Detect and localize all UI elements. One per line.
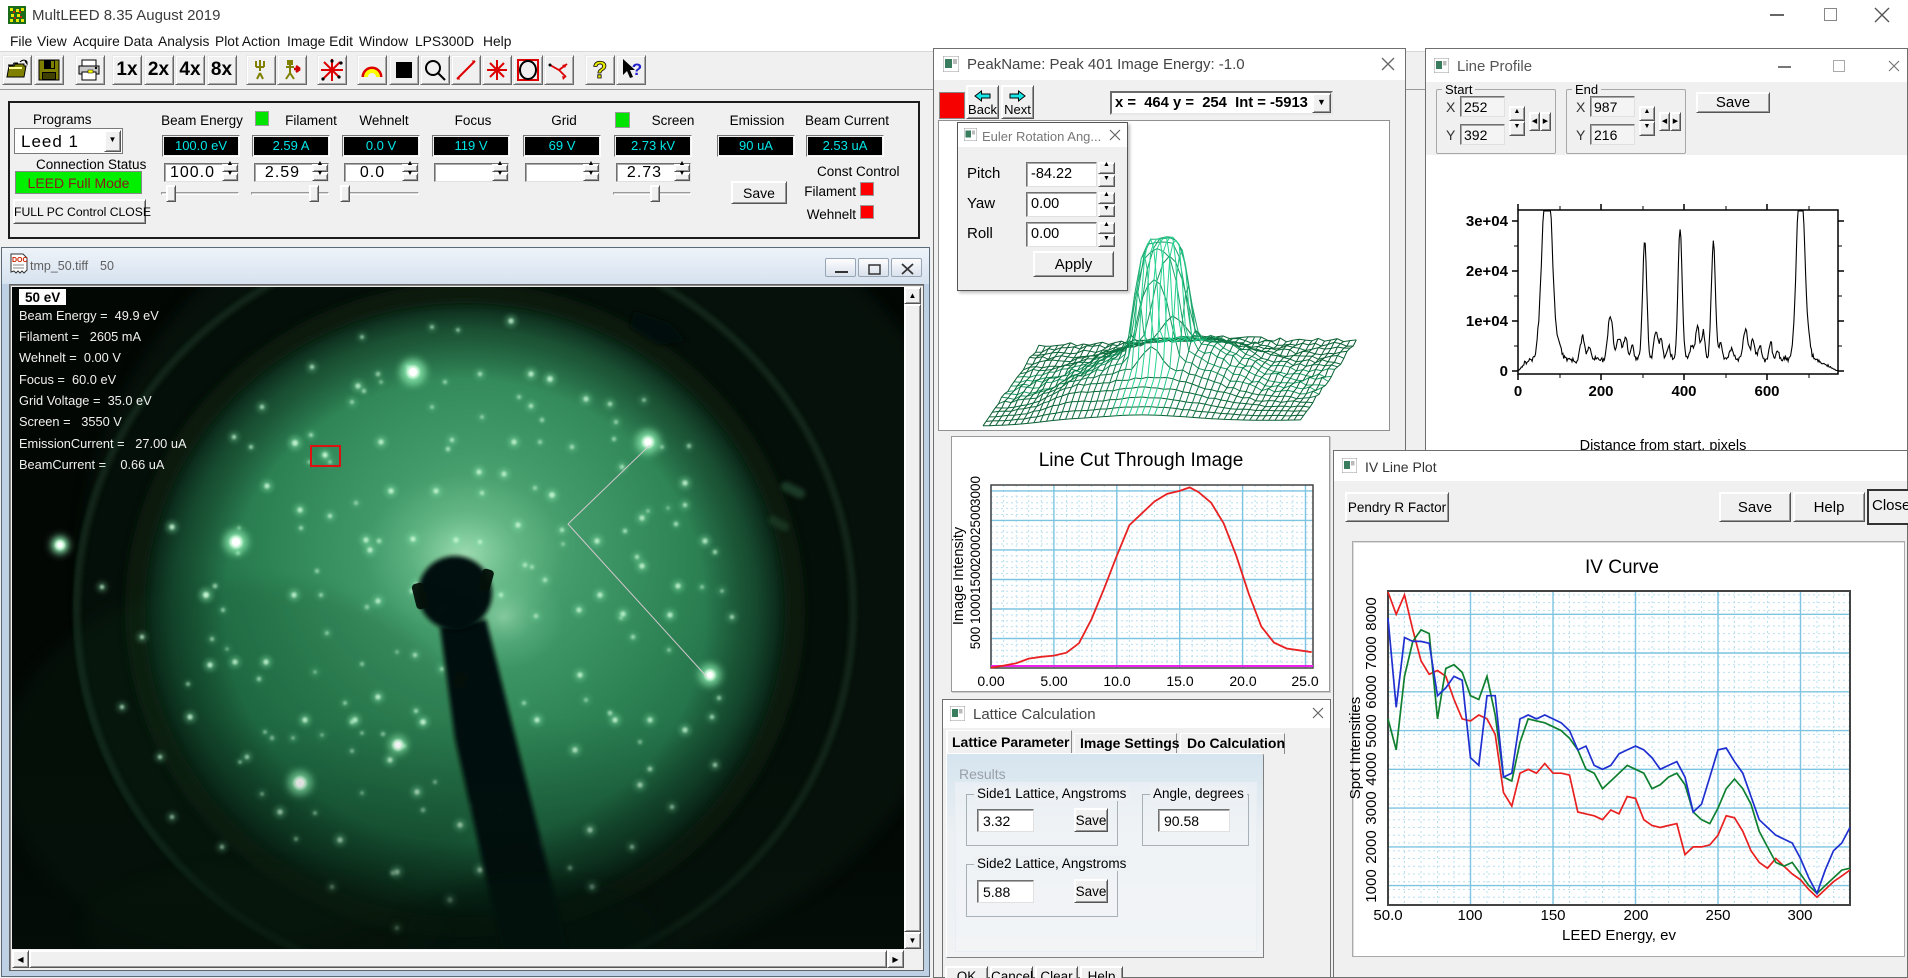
svg-text:3000: 3000 [1363, 791, 1380, 824]
svg-text:250: 250 [1705, 907, 1730, 924]
svg-text:Spot Intensities: Spot Intensities [1347, 697, 1364, 800]
svg-text:50.0: 50.0 [1373, 907, 1402, 924]
svg-text:150: 150 [1540, 907, 1565, 924]
svg-text:8000: 8000 [1363, 597, 1380, 630]
svg-text:2000: 2000 [1363, 830, 1380, 863]
svg-text:LEED Energy, ev: LEED Energy, ev [1562, 927, 1676, 944]
svg-text:300: 300 [1787, 907, 1812, 924]
svg-text:4000: 4000 [1363, 752, 1380, 785]
svg-text:5000: 5000 [1363, 714, 1380, 747]
svg-text:1000: 1000 [1363, 869, 1380, 902]
svg-text:100: 100 [1457, 907, 1482, 924]
svg-text:IV Curve: IV Curve [1585, 557, 1659, 578]
svg-text:6000: 6000 [1363, 675, 1380, 708]
svg-text:200: 200 [1623, 907, 1648, 924]
svg-text:7000: 7000 [1363, 636, 1380, 669]
